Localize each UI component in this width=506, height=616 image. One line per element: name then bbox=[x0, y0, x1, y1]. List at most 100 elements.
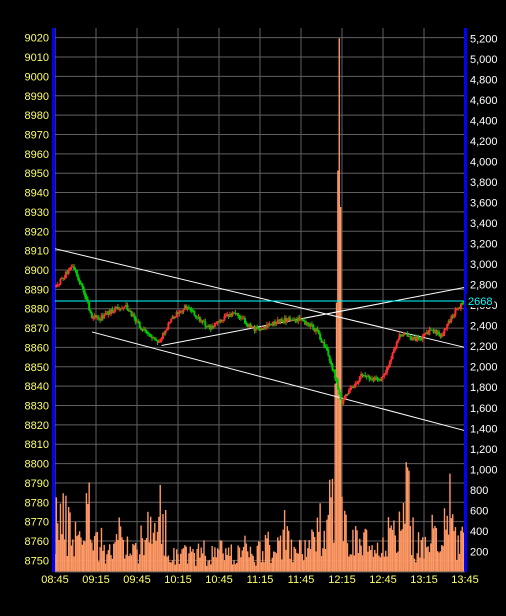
volume-bar bbox=[348, 556, 350, 572]
volume-bar bbox=[398, 511, 401, 572]
candle-body bbox=[144, 329, 147, 331]
volume-bar bbox=[199, 557, 201, 572]
volume-bar bbox=[234, 564, 237, 572]
candle-body bbox=[338, 389, 341, 395]
price-tick-label: 8800 bbox=[25, 459, 49, 471]
candle-body bbox=[394, 346, 397, 350]
candle-body bbox=[114, 307, 117, 312]
price-tick-label: 8790 bbox=[25, 478, 49, 490]
candle-body bbox=[343, 396, 346, 401]
volume-bar bbox=[159, 484, 161, 572]
volume-bar bbox=[293, 546, 295, 572]
volume-bar bbox=[208, 560, 211, 572]
price-axis-line bbox=[52, 28, 55, 572]
volume-bar bbox=[148, 542, 150, 572]
volume-tick-label: 600 bbox=[470, 505, 488, 517]
volume-bar bbox=[151, 543, 153, 572]
volume-bar bbox=[345, 514, 347, 572]
volume-bar bbox=[421, 537, 424, 572]
volume-bar bbox=[294, 548, 297, 572]
volume-bar bbox=[374, 549, 376, 572]
volume-bar bbox=[352, 529, 354, 572]
volume-bar bbox=[216, 548, 219, 572]
volume-bar bbox=[259, 542, 261, 572]
volume-bar bbox=[333, 542, 335, 572]
volume-bar bbox=[78, 531, 81, 572]
candle-body bbox=[238, 316, 241, 318]
volume-bar bbox=[100, 527, 103, 572]
volume-bar bbox=[104, 563, 107, 572]
volume-bar bbox=[416, 553, 418, 572]
volume-bar bbox=[253, 561, 256, 572]
volume-bar bbox=[288, 530, 290, 572]
candle-body bbox=[395, 342, 398, 347]
volume-bar bbox=[211, 545, 213, 572]
volume-bar bbox=[337, 170, 339, 572]
candle-body bbox=[55, 285, 58, 288]
volume-bar bbox=[360, 545, 362, 572]
volume-bar bbox=[169, 561, 171, 572]
volume-bar bbox=[434, 525, 436, 572]
candle-body bbox=[166, 329, 169, 331]
volume-bar bbox=[240, 557, 242, 572]
volume-bar bbox=[121, 537, 123, 572]
volume-bar bbox=[91, 542, 93, 572]
candle-body bbox=[347, 390, 350, 395]
candle-body bbox=[320, 339, 323, 343]
volume-bar bbox=[341, 496, 343, 572]
volume-bar bbox=[99, 547, 101, 572]
volume-tick-label: 200 bbox=[470, 546, 488, 558]
volume-bar bbox=[245, 543, 248, 572]
candle-body bbox=[328, 355, 331, 361]
candle-body bbox=[146, 332, 149, 334]
candle-body bbox=[306, 322, 309, 325]
volume-bar bbox=[144, 539, 146, 572]
volume-bar bbox=[450, 518, 453, 572]
volume-bar bbox=[162, 514, 164, 572]
volume-bar bbox=[387, 517, 390, 572]
price-tick-label: 8750 bbox=[25, 555, 49, 567]
volume-bar bbox=[178, 563, 181, 572]
volume-bar bbox=[152, 532, 155, 572]
volume-bar bbox=[447, 534, 450, 572]
volume-bar bbox=[458, 553, 461, 572]
intraday-chart: 9020 9010 9000 8990 8980 8970 8960 8950 8940 8930… bbox=[0, 0, 506, 611]
volume-bar bbox=[370, 550, 372, 572]
candle-body bbox=[440, 335, 443, 337]
volume-bar bbox=[365, 529, 368, 572]
candle-body bbox=[383, 373, 386, 376]
volume-bar bbox=[326, 519, 328, 572]
volume-bar bbox=[249, 546, 252, 572]
candle-body bbox=[222, 319, 225, 322]
volume-bar bbox=[89, 539, 92, 572]
candle-body bbox=[59, 279, 62, 285]
volume-bar bbox=[350, 554, 353, 572]
time-tick-label: 08:45 bbox=[41, 574, 69, 586]
volume-bar bbox=[229, 555, 231, 572]
volume-bar bbox=[73, 556, 75, 572]
volume-tick-label: 800 bbox=[470, 485, 488, 497]
candle-body bbox=[423, 333, 425, 337]
volume-bar bbox=[128, 556, 130, 572]
candle-body bbox=[351, 387, 354, 389]
volume-bar bbox=[457, 535, 459, 572]
candle-body bbox=[86, 299, 89, 303]
candle-body bbox=[319, 334, 322, 340]
price-tick-label: 8780 bbox=[25, 497, 49, 509]
price-tick-label: 8830 bbox=[25, 401, 49, 413]
volume-bar bbox=[76, 536, 78, 572]
volume-bar bbox=[95, 532, 97, 572]
volume-bar bbox=[61, 534, 63, 572]
candle-body bbox=[286, 319, 289, 323]
candle-body bbox=[443, 328, 446, 334]
volume-bar bbox=[383, 556, 386, 572]
candle-body bbox=[325, 346, 328, 351]
volume-bar bbox=[122, 539, 125, 572]
candle-body bbox=[170, 318, 173, 323]
volume-bar bbox=[184, 545, 186, 572]
volume-bar bbox=[441, 544, 443, 572]
volume-bar bbox=[382, 537, 384, 572]
volume-bar bbox=[266, 538, 268, 572]
price-tick-label: 8810 bbox=[25, 439, 49, 451]
time-tick-label: 13:45 bbox=[451, 574, 479, 586]
